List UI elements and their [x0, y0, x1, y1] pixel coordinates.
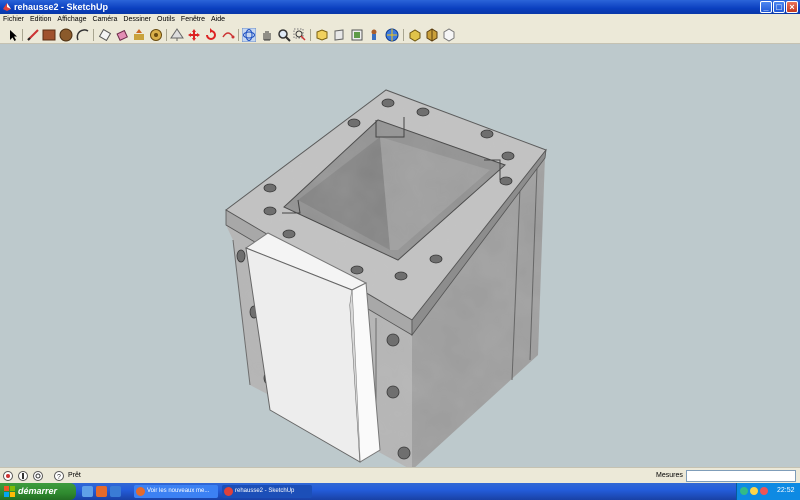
menu-outils[interactable]: Outils [154, 14, 178, 26]
security-icon[interactable] [760, 487, 768, 495]
measurements-label: Mesures [656, 472, 683, 479]
move-icon[interactable] [187, 28, 201, 42]
eraser-icon[interactable] [98, 28, 112, 42]
orbit-icon[interactable] [242, 28, 256, 42]
menu-dessiner[interactable]: Dessiner [120, 14, 154, 26]
svg-text:?: ? [57, 474, 61, 481]
menu-camera[interactable]: Caméra [89, 14, 120, 26]
toolbar-separator [93, 29, 94, 41]
menu-aide[interactable]: Aide [208, 14, 228, 26]
status-bar: ? Prêt Mesures [0, 467, 800, 483]
toolbar-separator [238, 29, 239, 41]
network-icon[interactable] [740, 487, 748, 495]
toolbar-separator [22, 29, 23, 41]
taskbar: démarrer Voir les nouveaux me... rehauss… [0, 483, 800, 500]
maximize-button[interactable]: □ [773, 1, 785, 13]
toolbar-separator [310, 29, 311, 41]
rectangle-icon[interactable] [42, 28, 56, 42]
paint-bucket-icon[interactable] [115, 28, 129, 42]
toolbar-separator [403, 29, 404, 41]
section-icon[interactable] [425, 28, 439, 42]
zoom-extents-icon[interactable] [315, 28, 329, 42]
toolbar-separator [166, 29, 167, 41]
sketchup-icon [224, 487, 233, 496]
windows-logo-icon [4, 486, 15, 497]
messenger-icon[interactable] [750, 487, 758, 495]
user-icon[interactable] [33, 471, 43, 481]
geo-location-icon[interactable] [3, 471, 13, 481]
credits-icon[interactable] [18, 471, 28, 481]
tape-measure-icon[interactable] [350, 28, 364, 42]
taskbar-item-sketchup[interactable]: rehausse2 - SketchUp [222, 485, 312, 498]
circle-icon[interactable] [59, 28, 73, 42]
close-button[interactable]: × [786, 1, 798, 13]
minimize-button[interactable]: _ [760, 1, 772, 13]
pan-icon[interactable] [260, 28, 274, 42]
menu-fichier[interactable]: Fichier [0, 14, 27, 26]
start-label: démarrer [18, 486, 58, 496]
model-canvas[interactable] [0, 45, 800, 470]
follow-me-icon[interactable] [149, 28, 163, 42]
axes-icon[interactable] [408, 28, 422, 42]
zoom-icon[interactable] [277, 28, 291, 42]
menu-edition[interactable]: Edition [27, 14, 54, 26]
sketchup-app-icon [3, 3, 11, 11]
taskbar-item-label: Voir les nouveaux me... [147, 488, 210, 494]
push-pull-icon[interactable] [132, 28, 146, 42]
menu-affichage[interactable]: Affichage [54, 14, 89, 26]
menu-bar: Fichier Edition Affichage Caméra Dessiner Out… [0, 14, 800, 26]
menu-fenetre[interactable]: Fenêtre [178, 14, 208, 26]
components-icon[interactable] [442, 28, 456, 42]
measurements-input[interactable] [686, 470, 796, 482]
toolbar [0, 26, 800, 44]
scale-icon[interactable] [221, 28, 235, 42]
ie-quicklaunch-icon[interactable] [110, 486, 121, 497]
select-icon[interactable] [6, 28, 20, 42]
protractor-icon[interactable] [368, 28, 382, 42]
status-text: Prêt [68, 472, 81, 479]
help-icon[interactable]: ? [54, 471, 64, 481]
rotate-icon[interactable] [204, 28, 218, 42]
title-bar[interactable]: rehausse2 - SketchUp _ □ × [0, 0, 800, 14]
pencil-icon[interactable] [26, 28, 40, 42]
previous-view-icon[interactable] [332, 28, 346, 42]
window-title: rehausse2 - SketchUp [14, 2, 109, 12]
firefox-quicklaunch-icon[interactable] [96, 486, 107, 497]
clock: 22:52 [777, 487, 795, 494]
system-tray: 22:52 [736, 483, 800, 500]
sketchup-window: rehausse2 - SketchUp _ □ × Fichier Editio… [0, 0, 800, 500]
zoom-window-icon[interactable] [293, 28, 307, 42]
firefox-icon [136, 487, 145, 496]
arc-icon[interactable] [76, 28, 90, 42]
start-button[interactable]: démarrer [0, 483, 76, 500]
taskbar-item-browser[interactable]: Voir les nouveaux me... [134, 485, 218, 498]
offset-icon[interactable] [170, 28, 184, 42]
3d-viewport[interactable] [0, 45, 800, 470]
show-desktop-icon[interactable] [82, 486, 93, 497]
taskbar-item-label: rehausse2 - SketchUp [235, 488, 295, 494]
text-icon[interactable] [385, 28, 399, 42]
